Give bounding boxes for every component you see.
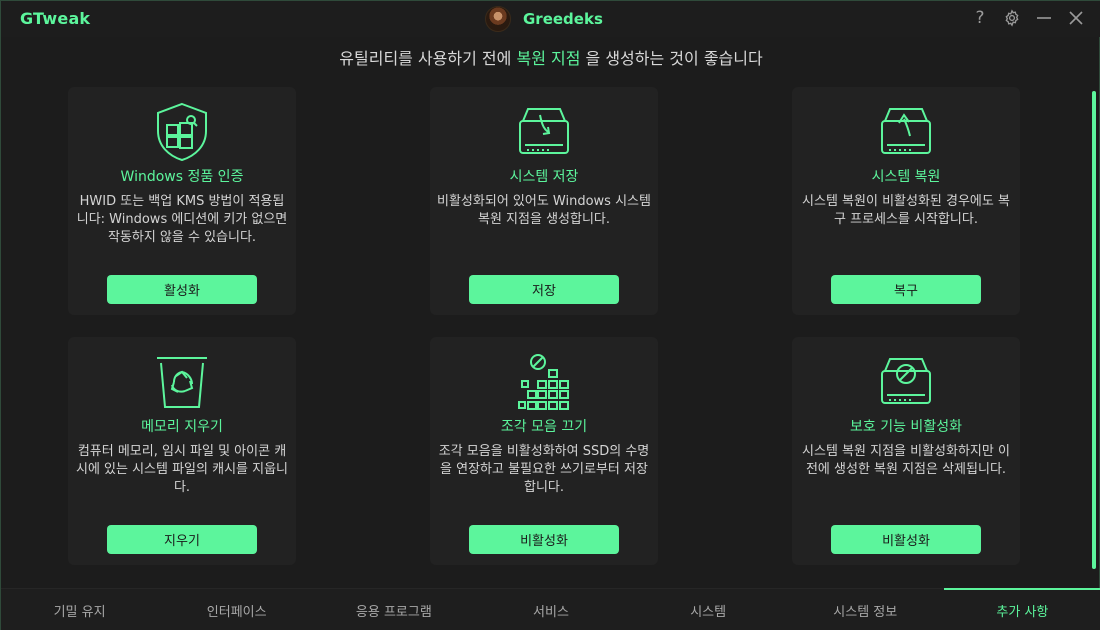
window-controls: ? bbox=[969, 7, 1087, 29]
restore-button[interactable]: 복구 bbox=[831, 275, 981, 304]
minimize-icon bbox=[1037, 17, 1051, 19]
card-title: 시스템 저장 bbox=[509, 169, 579, 185]
save-button[interactable]: 저장 bbox=[469, 275, 619, 304]
drive-save-icon bbox=[519, 108, 569, 154]
card-description: 컴퓨터 메모리, 임시 파일 및 아이콘 캐시에 있는 시스템 파일의 캐시를 … bbox=[75, 444, 289, 495]
card-title: 메모리 지우기 bbox=[141, 419, 223, 435]
settings-button[interactable] bbox=[1001, 7, 1023, 29]
close-icon bbox=[1069, 11, 1083, 25]
tab-applications[interactable]: 응용 프로그램 bbox=[315, 589, 472, 630]
tab-system[interactable]: 시스템 bbox=[630, 589, 787, 630]
drive-protect-off-icon bbox=[881, 358, 931, 404]
card-system-restore: 시스템 복원 시스템 복원이 비활성화된 경우에도 복구 프로세스를 시작합니다… bbox=[792, 87, 1020, 315]
gear-icon bbox=[1005, 9, 1019, 27]
card-windows-activation: Windows 정품 인증 HWID 또는 백업 KMS 방법이 적용됩니다: … bbox=[68, 87, 296, 315]
clear-button[interactable]: 지우기 bbox=[107, 525, 257, 554]
author-name: Greedeks bbox=[523, 10, 603, 28]
activate-button[interactable]: 활성화 bbox=[107, 275, 257, 304]
tab-interface[interactable]: 인터페이스 bbox=[158, 589, 315, 630]
card-description: 조각 모음을 비활성화하여 SSD의 수명을 연장하고 불필요한 쓰기로부터 저… bbox=[438, 444, 650, 495]
tab-services[interactable]: 서비스 bbox=[472, 589, 629, 630]
minimize-button[interactable] bbox=[1033, 7, 1055, 29]
notice-accent-link[interactable]: 복원 지점 bbox=[516, 49, 580, 68]
disable-protection-button[interactable]: 비활성화 bbox=[831, 525, 981, 554]
notice-text-after: 을 생성하는 것이 좋습니다 bbox=[580, 49, 763, 68]
card-system-save: 시스템 저장 비활성화되어 있어도 Windows 시스템 복원 지점을 생성합… bbox=[430, 87, 658, 315]
card-title: Windows 정품 인증 bbox=[120, 169, 244, 185]
card-disable-defrag: 조각 모음 끄기 조각 모음을 비활성화하여 SSD의 수명을 연장하고 불필요… bbox=[430, 337, 658, 565]
notice-text-before: 유틸리티를 사용하기 전에 bbox=[339, 49, 517, 68]
shield-windows-icon bbox=[157, 102, 207, 162]
card-description: 시스템 복원이 비활성화된 경우에도 복구 프로세스를 시작합니다. bbox=[802, 194, 1010, 227]
card-title: 조각 모음 끄기 bbox=[500, 419, 588, 435]
author-badge[interactable]: Greedeks bbox=[485, 5, 603, 33]
tab-additional[interactable]: 추가 사항 bbox=[943, 588, 1100, 630]
app-window: GTweak Greedeks ? 유틸리티를 사용하기 전에 복원 지점 을 … bbox=[0, 0, 1100, 630]
author-avatar bbox=[485, 6, 511, 32]
scrollbar-thumb[interactable] bbox=[1092, 91, 1096, 569]
card-description: 비활성화되어 있어도 Windows 시스템 복원 지점을 생성합니다. bbox=[437, 194, 651, 227]
drive-restore-icon bbox=[881, 108, 931, 154]
help-icon: ? bbox=[975, 8, 985, 28]
card-disable-protection: 보호 기능 비활성화 시스템 복원 지점을 비활성화하지만 이전에 생성한 복원… bbox=[792, 337, 1020, 565]
restore-point-notice: 유틸리티를 사용하기 전에 복원 지점 을 생성하는 것이 좋습니다 bbox=[1, 45, 1100, 69]
tab-confidentiality[interactable]: 기밀 유지 bbox=[1, 589, 158, 630]
app-title: GTweak bbox=[20, 9, 91, 28]
title-bar[interactable]: GTweak Greedeks ? bbox=[1, 1, 1100, 37]
scrollbar[interactable] bbox=[1092, 91, 1096, 569]
defrag-blocks-icon bbox=[518, 354, 569, 410]
card-title: 보호 기능 비활성화 bbox=[850, 419, 962, 435]
card-title: 시스템 복원 bbox=[871, 169, 941, 185]
recycle-bin-icon bbox=[157, 357, 207, 408]
help-button[interactable]: ? bbox=[969, 7, 991, 29]
card-description: 시스템 복원 지점을 비활성화하지만 이전에 생성한 복원 지점은 삭제됩니다. bbox=[802, 444, 1010, 477]
disable-defrag-button[interactable]: 비활성화 bbox=[469, 525, 619, 554]
tab-system-info[interactable]: 시스템 정보 bbox=[787, 589, 944, 630]
bottom-navigation: 기밀 유지 인터페이스 응용 프로그램 서비스 시스템 시스템 정보 추가 사항 bbox=[1, 588, 1100, 630]
card-clear-memory: 메모리 지우기 컴퓨터 메모리, 임시 파일 및 아이콘 캐시에 있는 시스템 … bbox=[68, 337, 296, 565]
card-description: HWID 또는 백업 KMS 방법이 적용됩니다: Windows 에디션에 키… bbox=[76, 194, 288, 245]
close-button[interactable] bbox=[1065, 7, 1087, 29]
